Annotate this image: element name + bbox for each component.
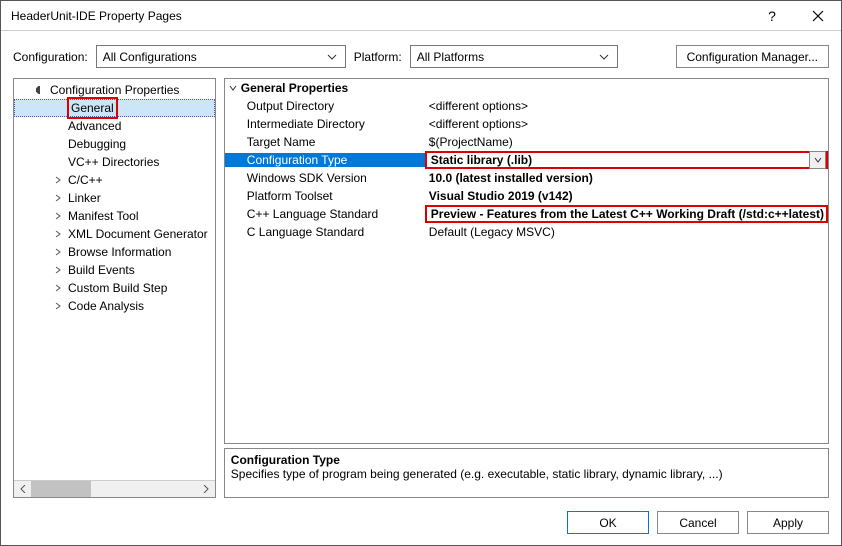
scroll-right-icon[interactable]	[198, 481, 215, 497]
caret-down-icon	[229, 84, 241, 92]
tree-item[interactable]: Manifest Tool	[14, 207, 215, 225]
property-group-header[interactable]: General Properties	[225, 79, 828, 97]
scroll-left-icon[interactable]	[14, 481, 31, 497]
tree-item[interactable]: Advanced	[14, 117, 215, 135]
window-title: HeaderUnit-IDE Property Pages	[11, 9, 749, 23]
description-title: Configuration Type	[231, 453, 822, 467]
property-grid: General Properties Output Directory<diff…	[224, 78, 829, 444]
tree-item[interactable]: C/C++	[14, 171, 215, 189]
tree-item[interactable]: XML Document Generator	[14, 225, 215, 243]
caret-down-icon	[36, 86, 48, 94]
tree-item-label: VC++ Directories	[66, 153, 161, 171]
ok-label: OK	[599, 516, 616, 530]
tree-item-label: Custom Build Step	[66, 279, 169, 297]
tree-item[interactable]: Code Analysis	[14, 297, 215, 315]
help-button[interactable]: ?	[749, 1, 795, 31]
tree-item[interactable]: VC++ Directories	[14, 153, 215, 171]
property-name: Target Name	[225, 135, 425, 149]
property-value: <different options>	[425, 117, 828, 131]
tree-item[interactable]: Browse Information	[14, 243, 215, 261]
configuration-manager-label: Configuration Manager...	[687, 50, 818, 64]
apply-label: Apply	[773, 516, 803, 530]
property-group-title: General Properties	[241, 81, 348, 95]
tree-item-label: General	[67, 97, 118, 119]
caret-right-icon	[54, 302, 66, 310]
tree-item-label: Debugging	[66, 135, 128, 153]
platform-combo[interactable]: All Platforms	[410, 45, 618, 68]
tree-item[interactable]: Linker	[14, 189, 215, 207]
close-button[interactable]	[795, 1, 841, 31]
property-value: Preview - Features from the Latest C++ W…	[425, 205, 828, 223]
caret-right-icon	[54, 230, 66, 238]
caret-right-icon	[54, 176, 66, 184]
tree-item-label: Code Analysis	[66, 297, 146, 315]
property-row[interactable]: C Language StandardDefault (Legacy MSVC)	[225, 223, 828, 241]
tree-item-label: Build Events	[66, 261, 137, 279]
caret-right-icon	[54, 284, 66, 292]
cancel-button[interactable]: Cancel	[657, 511, 739, 534]
property-row[interactable]: Intermediate Directory<different options…	[225, 115, 828, 133]
property-row[interactable]: Windows SDK Version10.0 (latest installe…	[225, 169, 828, 187]
property-tree: Configuration Properties GeneralAdvanced…	[13, 78, 216, 498]
property-name: C++ Language Standard	[225, 207, 425, 221]
dialog-footer: OK Cancel Apply	[1, 500, 841, 545]
tree-item[interactable]: Debugging	[14, 135, 215, 153]
property-name: Intermediate Directory	[225, 117, 425, 131]
property-value: Visual Studio 2019 (v142)	[425, 189, 828, 203]
tree-item-label: Manifest Tool	[66, 207, 140, 225]
caret-right-icon	[54, 194, 66, 202]
configuration-manager-button[interactable]: Configuration Manager...	[676, 45, 829, 68]
tree-scroll: Configuration Properties GeneralAdvanced…	[14, 79, 215, 480]
configuration-label: Configuration:	[13, 50, 88, 64]
property-row[interactable]: C++ Language StandardPreview - Features …	[225, 205, 828, 223]
property-row[interactable]: Target Name$(ProjectName)	[225, 133, 828, 151]
cancel-label: Cancel	[679, 516, 716, 530]
tree-item-label: XML Document Generator	[66, 225, 210, 243]
configuration-combo[interactable]: All Configurations	[96, 45, 346, 68]
property-name: Output Directory	[225, 99, 425, 113]
apply-button[interactable]: Apply	[747, 511, 829, 534]
dropdown-button[interactable]	[809, 151, 826, 169]
caret-right-icon	[54, 266, 66, 274]
horizontal-scrollbar[interactable]	[14, 480, 215, 497]
tree-item[interactable]: Custom Build Step	[14, 279, 215, 297]
property-row[interactable]: Output Directory<different options>	[225, 97, 828, 115]
toolbar: Configuration: All Configurations Platfo…	[1, 31, 841, 78]
property-value: Default (Legacy MSVC)	[425, 225, 828, 239]
configuration-value: All Configurations	[103, 50, 323, 64]
property-name: Platform Toolset	[225, 189, 425, 203]
tree-item[interactable]: Build Events	[14, 261, 215, 279]
property-value: $(ProjectName)	[425, 135, 828, 149]
chevron-down-icon	[595, 54, 613, 60]
tree-item-label: Advanced	[66, 117, 123, 135]
tree-item-label: Linker	[66, 189, 103, 207]
caret-right-icon	[54, 212, 66, 220]
tree-item[interactable]: General	[14, 99, 215, 117]
description-pane: Configuration Type Specifies type of pro…	[224, 448, 829, 498]
scroll-track[interactable]	[31, 481, 198, 497]
scroll-thumb[interactable]	[31, 481, 91, 497]
tree-item-label: C/C++	[66, 171, 105, 189]
property-value: 10.0 (latest installed version)	[425, 171, 828, 185]
platform-value: All Platforms	[417, 50, 595, 64]
platform-label: Platform:	[354, 50, 402, 64]
property-name: Windows SDK Version	[225, 171, 425, 185]
title-bar: HeaderUnit-IDE Property Pages ?	[1, 1, 841, 31]
property-value: <different options>	[425, 99, 828, 113]
property-row[interactable]: Platform ToolsetVisual Studio 2019 (v142…	[225, 187, 828, 205]
property-name: Configuration Type	[225, 153, 425, 167]
property-name: C Language Standard	[225, 225, 425, 239]
property-value: Static library (.lib)	[425, 151, 828, 169]
chevron-down-icon	[323, 54, 341, 60]
caret-right-icon	[54, 248, 66, 256]
tree-item-label: Browse Information	[66, 243, 173, 261]
ok-button[interactable]: OK	[567, 511, 649, 534]
property-row[interactable]: Configuration TypeStatic library (.lib)	[225, 151, 828, 169]
description-text: Specifies type of program being generate…	[231, 467, 822, 481]
